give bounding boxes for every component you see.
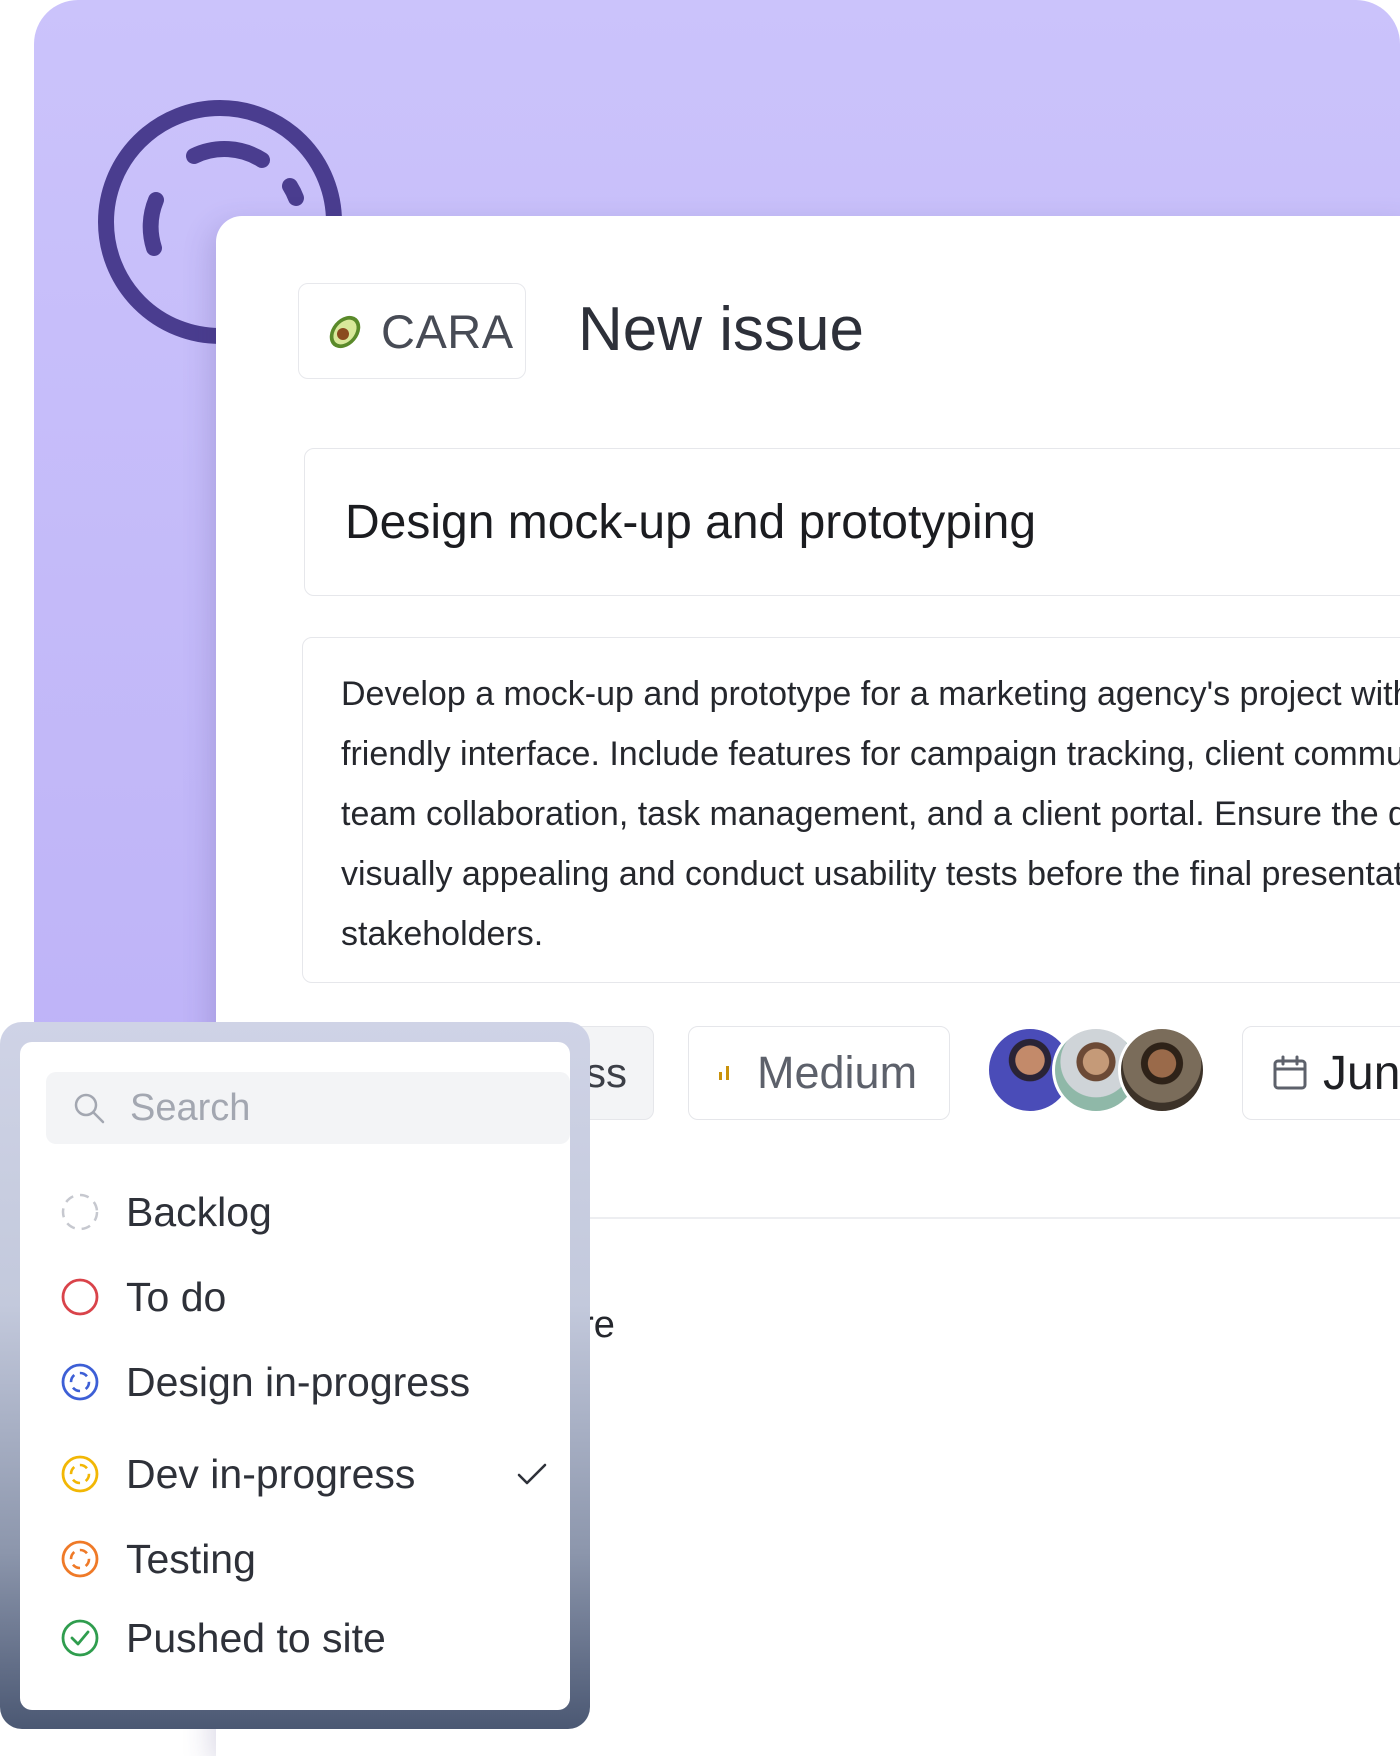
search-icon	[74, 1093, 105, 1124]
progress-circle-icon	[61, 1363, 99, 1401]
status-option-label: Backlog	[126, 1188, 272, 1235]
status-option-backlog[interactable]: Backlog	[58, 1180, 558, 1244]
status-option-dev-in-progress[interactable]: Dev in-progress	[58, 1442, 558, 1506]
priority-bars-icon	[719, 1066, 729, 1080]
issue-title-text: Design mock-up and prototyping	[345, 496, 1037, 549]
status-option-testing[interactable]: Testing	[58, 1527, 558, 1591]
todo-circle-icon	[61, 1278, 99, 1316]
priority-label: Medium	[757, 1047, 918, 1098]
avocado-icon	[329, 315, 361, 349]
due-date-label: Jun	[1323, 1046, 1400, 1100]
status-chip-label: ss	[585, 1049, 627, 1096]
issue-title-field[interactable]: Design mock-up and prototyping	[304, 448, 1400, 596]
due-date-chip[interactable]: Jun	[1242, 1026, 1400, 1120]
backlog-dashed-circle-icon	[61, 1193, 99, 1231]
status-option-label: Pushed to site	[126, 1614, 386, 1661]
status-option-pushed-to-site[interactable]: Pushed to site	[58, 1606, 558, 1670]
section-divider	[560, 1217, 1400, 1219]
status-search-box[interactable]	[46, 1072, 570, 1144]
status-option-label: To do	[126, 1273, 227, 1320]
checkmark-icon	[517, 1463, 547, 1485]
status-option-label: Testing	[126, 1535, 256, 1582]
priority-property-chip[interactable]: Medium	[688, 1026, 950, 1120]
calendar-icon	[1273, 1055, 1307, 1090]
status-option-design-in-progress[interactable]: Design in-progress	[58, 1350, 558, 1414]
status-option-label: Design in-progress	[126, 1358, 471, 1405]
assignee-avatar-3[interactable]	[1118, 1026, 1206, 1114]
check-circle-icon	[61, 1619, 99, 1657]
project-selector[interactable]: CARA	[298, 283, 526, 379]
status-option-label: Dev in-progress	[126, 1450, 416, 1497]
progress-circle-icon	[61, 1540, 99, 1578]
status-search-input[interactable]	[128, 1085, 552, 1131]
issue-description-text: Develop a mock-up and prototype for a ma…	[341, 675, 1400, 953]
status-option-todo[interactable]: To do	[58, 1265, 558, 1329]
issue-description-field[interactable]: Develop a mock-up and prototype for a ma…	[302, 637, 1400, 983]
page-title: New issue	[578, 295, 864, 364]
project-name: CARA	[381, 304, 514, 358]
progress-circle-icon	[61, 1455, 99, 1493]
